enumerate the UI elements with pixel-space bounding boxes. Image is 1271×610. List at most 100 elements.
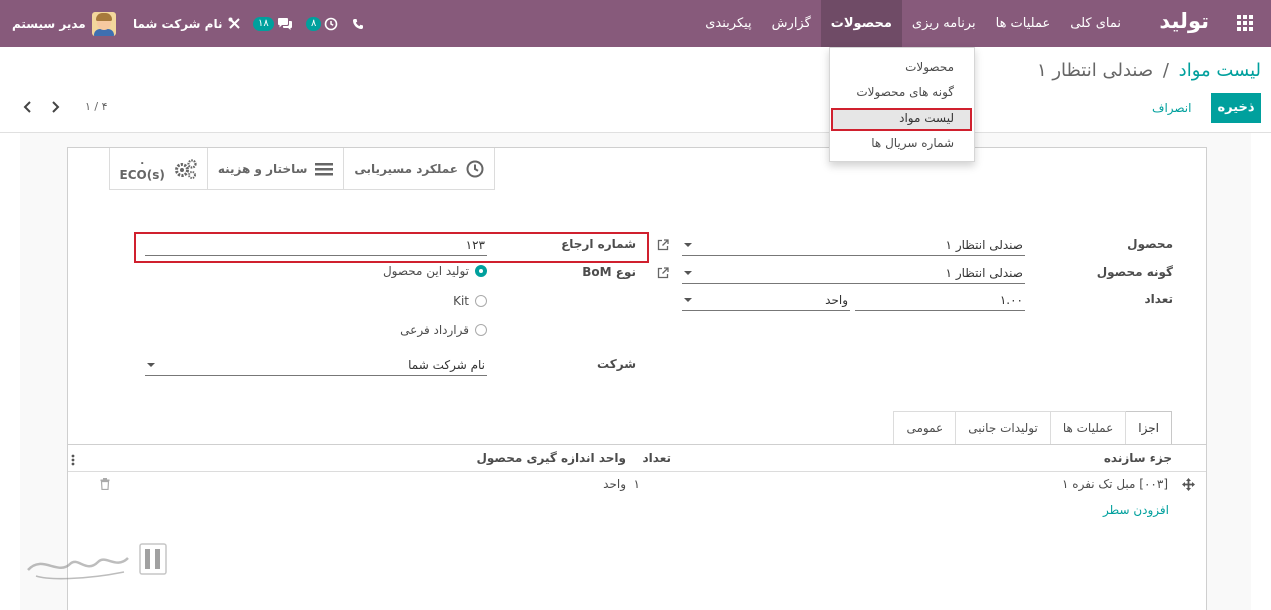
watermark-logo [27, 543, 167, 580]
structure-cost-label: ساختار و هزینه [217, 162, 308, 176]
main-menu: نمای کلی عملیات ها برنامه ریزی محصولات گ… [695, 0, 1131, 47]
chevron-down-icon [684, 271, 692, 275]
reference-field[interactable]: ۱۲۳ [145, 234, 487, 256]
add-line-link[interactable]: افزودن سطر [1103, 503, 1169, 517]
chevron-down-icon [684, 243, 692, 247]
eco-label: ECO(s) [119, 168, 165, 182]
row-uom: واحد [603, 477, 626, 491]
radio-unselected[interactable] [475, 295, 487, 307]
menu-overview[interactable]: نمای کلی [1060, 0, 1131, 47]
form-sheet: عملکرد مسیریابی ساختار و هزینه ۰ ECO(s) [67, 147, 1207, 610]
menu-reporting[interactable]: گزارش [762, 0, 821, 47]
bom-type-subcontracting-label: قرارداد فرعی [400, 323, 469, 337]
uom-field[interactable]: واحد [682, 289, 850, 311]
company-label: شرکت [597, 357, 636, 371]
column-component[interactable]: جزء سازنده [1104, 451, 1172, 465]
save-button[interactable]: ذخیره [1211, 93, 1261, 123]
phone-button[interactable] [352, 0, 364, 47]
breadcrumb-separator: / [1162, 60, 1169, 81]
breadcrumb-parent[interactable]: لیست مواد [1179, 60, 1261, 81]
bom-type-manufacture-label: تولید این محصول [382, 264, 469, 278]
tabs-divider [68, 444, 1206, 445]
notebook-tabs: اجزا عملیات ها تولیدات جانبی عمومی [893, 411, 1172, 445]
tab-by-products[interactable]: تولیدات جانبی [955, 411, 1051, 444]
tab-operations[interactable]: عملیات ها [1049, 411, 1127, 444]
tab-miscellaneous[interactable]: عمومی [893, 411, 957, 444]
messages-button[interactable]: ۱۸ [253, 0, 293, 47]
button-box: عملکرد مسیریابی ساختار و هزینه ۰ ECO(s) [108, 148, 495, 190]
tools-icon [228, 17, 241, 29]
phone-icon [353, 18, 363, 29]
structure-cost-button[interactable]: ساختار و هزینه [206, 148, 344, 190]
activity-badge: ۸ [306, 16, 322, 31]
product-value: صندلی انتظار ۱ [945, 238, 1023, 252]
breadcrumb: لیست مواد / صندلی انتظار ۱ [1037, 60, 1261, 81]
company-value: نام شرکت شما [408, 358, 485, 372]
radio-selected[interactable] [475, 265, 487, 277]
messages-badge: ۱۸ [253, 16, 274, 31]
menu-configuration[interactable]: پیکربندی [695, 0, 761, 47]
breadcrumb-current: صندلی انتظار ۱ [1036, 60, 1154, 81]
quantity-value: ۱.۰۰ [999, 293, 1023, 307]
avatar [91, 11, 116, 36]
bom-type-kit-label: Kit [453, 294, 469, 308]
row-component: [۰۰۳] مبل تک نفره ۱ [1062, 477, 1168, 491]
reference-value: ۱۲۳ [465, 238, 485, 252]
gears-icon [174, 159, 197, 179]
menu-planning[interactable]: برنامه ریزی [902, 0, 986, 47]
dropdown-item-product-variants[interactable]: گونه های محصولات [856, 85, 954, 99]
clock-icon [466, 160, 484, 178]
menu-operations[interactable]: عملیات ها [986, 0, 1061, 47]
app-title[interactable]: تولید [1159, 9, 1209, 33]
company-field[interactable]: نام شرکت شما [145, 354, 487, 376]
product-label: محصول [1127, 237, 1173, 251]
company-switcher[interactable]: نام شرکت شما [133, 0, 241, 47]
variant-label: گونه محصول [1096, 265, 1173, 279]
chevron-left-icon [23, 101, 31, 113]
dropdown-item-serial-numbers[interactable]: شماره سریال ها [871, 136, 954, 150]
routing-performance-button[interactable]: عملکرد مسیریابی [343, 148, 495, 190]
chevron-down-icon [684, 298, 692, 302]
pager-next-button[interactable] [48, 99, 62, 115]
column-options-icon[interactable] [71, 454, 75, 466]
dropdown-item-products[interactable]: محصولات [905, 60, 954, 74]
quantity-label: تعداد [1144, 292, 1173, 306]
quantity-field[interactable]: ۱.۰۰ [855, 289, 1025, 311]
dropdown-item-bill-of-materials[interactable]: لیست مواد [899, 111, 954, 125]
activity-button[interactable]: ۸ [306, 0, 338, 47]
routing-performance-label: عملکرد مسیریابی [354, 162, 458, 176]
app-menu-grid-icon[interactable] [1235, 15, 1253, 33]
tab-components[interactable]: اجزا [1125, 411, 1172, 445]
user-name: مدیر سیستم [12, 16, 86, 31]
company-name: نام شرکت شما [133, 16, 223, 31]
reference-label: شماره ارجاع [561, 237, 636, 251]
eco-button[interactable]: ۰ ECO(s) [108, 148, 207, 190]
radio-unselected[interactable] [475, 324, 487, 336]
top-navbar: تولید نمای کلی عملیات ها برنامه ریزی محص… [0, 0, 1271, 47]
pager-value[interactable]: ۱ / ۴ [85, 100, 108, 113]
column-quantity[interactable]: تعداد [643, 451, 671, 465]
column-uom[interactable]: واحد اندازه گیری محصول [476, 451, 626, 465]
chevron-right-icon [52, 101, 60, 113]
bom-type-kit[interactable]: Kit [453, 294, 487, 308]
variant-value: صندلی انتظار ۱ [945, 266, 1023, 280]
drag-handle-icon[interactable] [1182, 478, 1195, 491]
row-quantity: ۱ [633, 477, 640, 491]
external-link-icon[interactable] [657, 239, 669, 251]
list-icon [315, 163, 334, 176]
user-menu[interactable]: مدیر سیستم [12, 0, 116, 47]
menu-products[interactable]: محصولات [820, 0, 902, 47]
bom-type-label: نوع BoM [582, 265, 636, 279]
header-divider [68, 471, 1206, 472]
variant-field[interactable]: صندلی انتظار ۱ [682, 262, 1025, 284]
bom-type-manufacture[interactable]: تولید این محصول [383, 264, 487, 278]
clock-icon [325, 17, 338, 30]
trash-icon[interactable] [100, 478, 110, 490]
pager-previous-button[interactable] [20, 99, 34, 115]
bom-type-subcontracting[interactable]: قرارداد فرعی [400, 323, 487, 337]
cancel-button[interactable]: انصراف [1152, 93, 1191, 123]
external-link-icon[interactable] [657, 267, 669, 279]
products-dropdown: محصولات گونه های محصولات لیست مواد شماره… [829, 47, 975, 162]
chat-icon [277, 17, 292, 30]
product-field[interactable]: صندلی انتظار ۱ [682, 234, 1025, 256]
